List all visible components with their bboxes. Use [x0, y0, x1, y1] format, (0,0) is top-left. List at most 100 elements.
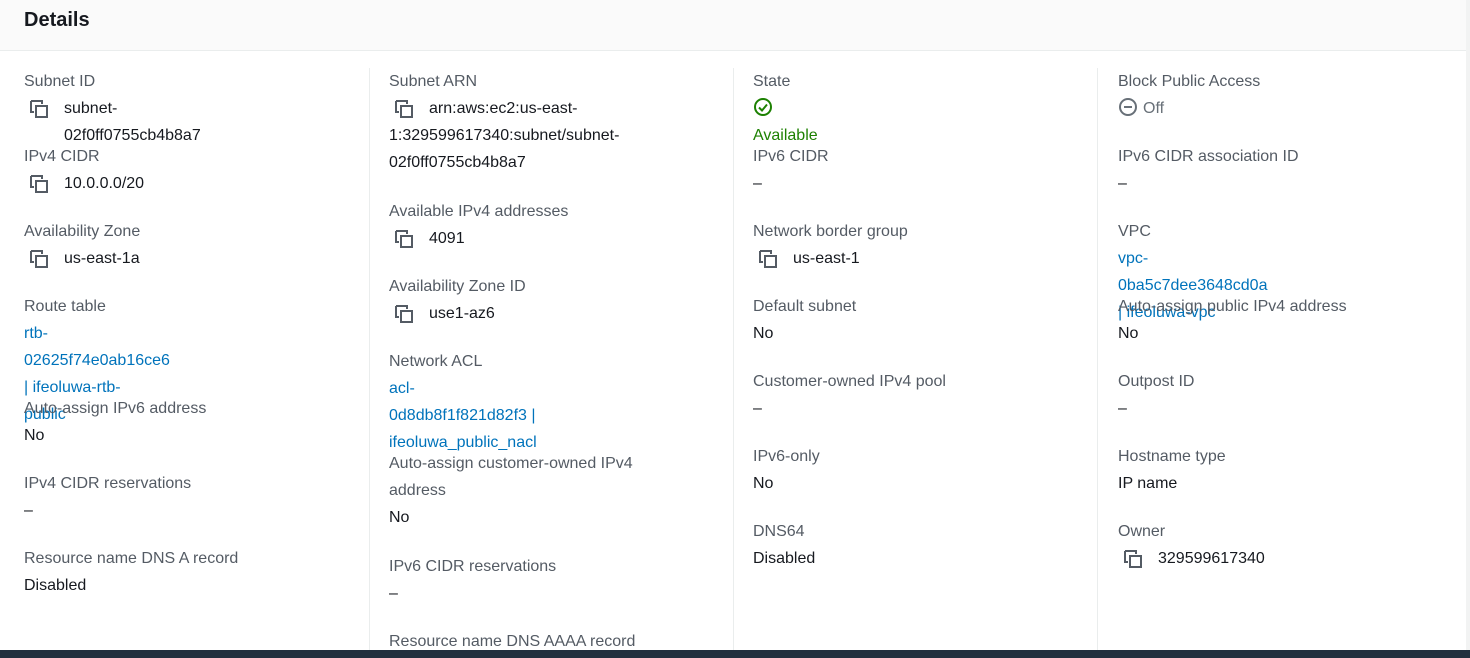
network-acl-link[interactable]: acl-0d8db8f1f821d82f3 | ifeoluwa_public_… — [389, 375, 537, 456]
field-value-line: 02f0ff0755cb4b8a7 — [389, 154, 526, 171]
field-value: – — [389, 585, 398, 602]
details-panel: Details Subnet ID subnet-02f0ff0755cb4b8… — [0, 0, 1467, 650]
field-label: Network border group — [753, 223, 908, 240]
field-ipv6-only: IPv6-only No — [753, 443, 820, 497]
field-ipv6-cidr: IPv6 CIDR – — [753, 143, 829, 197]
copy-icon[interactable] — [28, 248, 50, 270]
field-value-line: 1:329599617340:subnet/subnet- — [389, 127, 620, 144]
details-header: Details — [0, 0, 1466, 51]
field-value: No — [753, 325, 774, 342]
copy-icon[interactable] — [393, 228, 415, 250]
field-subnet-arn: Subnet ARN arn:aws:ec2:us-east- 1:329599… — [389, 68, 619, 176]
field-ipv6-association-id: IPv6 CIDR association ID – — [1118, 143, 1299, 197]
field-state: State Available — [753, 68, 818, 149]
status-check-icon — [754, 98, 772, 116]
scrollbar-track[interactable] — [1466, 0, 1470, 650]
field-value: us-east-1 — [793, 250, 860, 267]
field-label: Resource name DNS A record — [24, 550, 239, 567]
field-value: 329599617340 — [1158, 550, 1265, 567]
field-label: DNS64 — [753, 523, 805, 540]
field-label: State — [753, 73, 791, 90]
field-ipv4-cidr: IPv4 CIDR 10.0.0.0/20 — [24, 143, 144, 197]
field-label: IPv4 CIDR — [24, 148, 100, 165]
field-value: Disabled — [24, 577, 87, 594]
field-value: No — [24, 427, 45, 444]
field-label: Availability Zone ID — [389, 278, 526, 295]
field-auto-assign-ipv6: Auto-assign IPv6 address No — [24, 395, 206, 449]
field-value: – — [1118, 175, 1127, 192]
field-value: 4091 — [429, 230, 465, 247]
field-label: Network ACL — [389, 353, 483, 370]
field-hostname-type: Hostname type IP name — [1118, 443, 1226, 497]
details-title: Details — [24, 9, 90, 31]
field-subnet-id: Subnet ID subnet-02f0ff0755cb4b8a7 — [24, 68, 201, 149]
field-label: IPv6-only — [753, 448, 820, 465]
field-ipv6-cidr-reservations: IPv6 CIDR reservations – — [389, 553, 556, 607]
field-value: No — [389, 509, 410, 526]
field-value: arn:aws:ec2:us-east- — [429, 100, 578, 117]
field-label: IPv6 CIDR reservations — [389, 558, 557, 575]
field-label: Outpost ID — [1118, 373, 1195, 390]
copy-icon[interactable] — [28, 173, 50, 195]
field-value: IP name — [1118, 475, 1178, 492]
field-owner: Owner 329599617340 — [1118, 518, 1265, 572]
field-label: Subnet ID — [24, 73, 96, 90]
field-label: Availability Zone — [24, 223, 141, 240]
field-label: VPC — [1118, 223, 1151, 240]
field-label: address — [389, 482, 446, 499]
block-public-access-value: Off — [1143, 100, 1165, 117]
column-divider — [733, 68, 734, 650]
network-acl-link-line[interactable]: acl-0d8db8f1f821d82f3 | — [389, 375, 537, 429]
field-label: Auto-assign public IPv4 address — [1118, 298, 1347, 315]
copy-icon[interactable] — [28, 98, 50, 120]
field-outpost-id: Outpost ID – — [1118, 368, 1194, 422]
state-status: Available — [753, 95, 818, 149]
field-customer-owned-pool: Customer-owned IPv4 pool – — [753, 368, 946, 422]
field-value: Disabled — [753, 550, 816, 567]
field-available-ipv4: Available IPv4 addresses 4091 — [389, 198, 568, 252]
field-default-subnet: Default subnet No — [753, 293, 856, 347]
field-label: Available IPv4 addresses — [389, 203, 569, 220]
field-value: subnet-02f0ff0755cb4b8a7 — [64, 100, 201, 144]
status-off-icon — [1119, 98, 1137, 116]
copy-icon[interactable] — [1122, 548, 1144, 570]
block-public-access-status: Off — [1118, 95, 1260, 122]
field-value: 10.0.0.0/20 — [64, 175, 145, 192]
field-block-public-access: Block Public Access Off — [1118, 68, 1260, 122]
state-value: Available — [753, 127, 818, 144]
route-table-link-line[interactable]: rtb-02625f74e0ab16ce6 | ifeoluwa-rtb- — [24, 320, 170, 401]
field-label: Route table — [24, 298, 106, 315]
field-network-acl: Network ACL acl-0d8db8f1f821d82f3 | ifeo… — [389, 348, 537, 456]
copy-icon[interactable] — [757, 248, 779, 270]
field-auto-assign-public-ipv4: Auto-assign public IPv4 address No — [1118, 293, 1347, 347]
field-value: use1-az6 — [429, 305, 495, 322]
copy-icon[interactable] — [393, 303, 415, 325]
field-label: IPv4 CIDR reservations — [24, 475, 192, 492]
field-value: – — [24, 502, 33, 519]
field-label: IPv6 CIDR association ID — [1118, 148, 1299, 165]
column-divider — [1097, 68, 1098, 650]
field-label: Customer-owned IPv4 pool — [753, 373, 946, 390]
copy-icon[interactable] — [393, 98, 415, 120]
field-label: Block Public Access — [1118, 73, 1261, 90]
bottom-bar — [0, 650, 1470, 658]
field-label: Owner — [1118, 523, 1166, 540]
field-dns64: DNS64 Disabled — [753, 518, 815, 572]
field-ipv4-cidr-reservations: IPv4 CIDR reservations – — [24, 470, 191, 524]
field-label: Default subnet — [753, 298, 857, 315]
field-label: Auto-assign customer-owned IPv4 — [389, 455, 633, 472]
field-availability-zone: Availability Zone us-east-1a — [24, 218, 140, 272]
field-label: Subnet ARN — [389, 73, 478, 90]
field-label: Hostname type — [1118, 448, 1226, 465]
field-network-border-group: Network border group us-east-1 — [753, 218, 908, 272]
field-value: us-east-1a — [64, 250, 140, 267]
field-auto-assign-customer-ipv4: Auto-assign customer-owned IPv4 address … — [389, 450, 633, 531]
field-value: – — [1118, 400, 1127, 417]
field-value: No — [753, 475, 774, 492]
field-value: No — [1118, 325, 1139, 342]
field-label: IPv6 CIDR — [753, 148, 829, 165]
field-value: – — [753, 175, 762, 192]
column-divider — [369, 68, 370, 650]
field-value: – — [753, 400, 762, 417]
field-label: Auto-assign IPv6 address — [24, 400, 207, 417]
